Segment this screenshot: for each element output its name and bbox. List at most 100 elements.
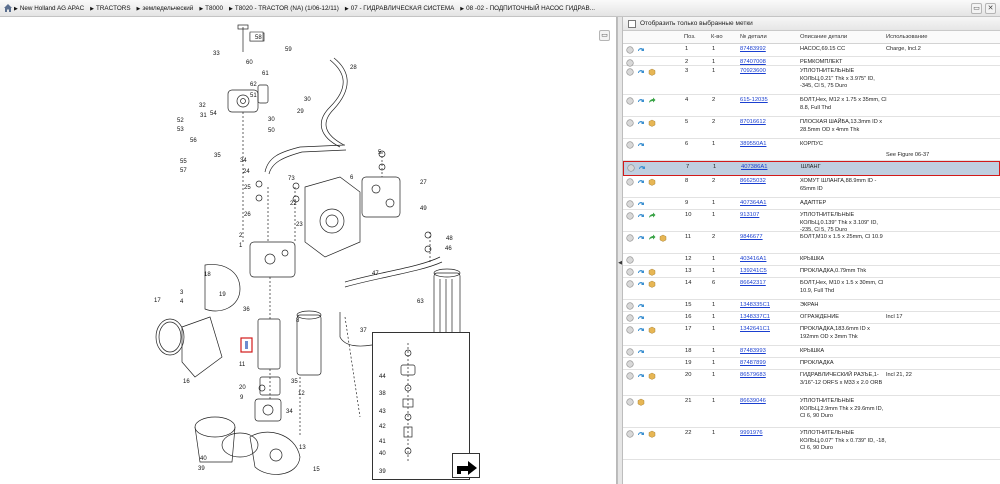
diagram-callout[interactable]: 12 bbox=[298, 391, 305, 397]
table-row[interactable]: 17 1 1342641C1 ПРОКЛАДКА,183.6mm ID x 192mm… bbox=[623, 324, 1000, 346]
link-arrow-icon[interactable] bbox=[637, 280, 645, 288]
header-usage[interactable]: Использование bbox=[886, 31, 927, 44]
diagram-restore-button[interactable]: ▭ bbox=[599, 30, 610, 41]
info-circle-icon[interactable] bbox=[626, 200, 634, 208]
diagram-callout[interactable]: 73 bbox=[288, 176, 295, 182]
info-circle-icon[interactable] bbox=[626, 360, 634, 368]
diagram-callout[interactable]: 19 bbox=[219, 292, 226, 298]
diagram-callout[interactable]: 3 bbox=[180, 290, 184, 296]
part-number-link[interactable]: 403416A1 bbox=[740, 256, 766, 262]
diagram-callout[interactable]: 50 bbox=[268, 128, 275, 134]
diagram-callout[interactable]: 63 bbox=[417, 299, 424, 305]
header-part-number[interactable]: № детали bbox=[740, 31, 767, 44]
info-circle-icon[interactable] bbox=[626, 97, 634, 105]
link-arrow-icon[interactable] bbox=[637, 46, 645, 54]
diagram-callout[interactable]: 49 bbox=[420, 206, 427, 212]
table-row[interactable]: 14 6 86642317 БОЛТ,Hex, M10 x 1.5 x 30mm, C… bbox=[623, 278, 1000, 300]
diagram-callout[interactable]: 29 bbox=[297, 109, 304, 115]
diagram-callout[interactable]: 39 bbox=[198, 466, 205, 472]
replacement-arrow-icon[interactable] bbox=[648, 97, 656, 105]
header-pos[interactable]: Поз. bbox=[684, 31, 696, 44]
table-row[interactable]: 7 1 407386A1 ШЛАНГ bbox=[623, 161, 1000, 176]
diagram-callout[interactable]: 13 bbox=[299, 445, 306, 451]
part-number-link[interactable]: 87483993 bbox=[740, 348, 766, 354]
part-number-link[interactable]: 9991976 bbox=[740, 430, 763, 436]
table-row[interactable]: 5 2 87016612 ПЛОСКАЯ ШАЙБА,13.3mm ID x 28.5… bbox=[623, 117, 1000, 139]
diagram-callout[interactable]: 35 bbox=[214, 153, 221, 159]
table-row[interactable]: 18 1 87483993 КРЫШКА bbox=[623, 346, 1000, 358]
diagram-callout[interactable]: 52 bbox=[177, 118, 184, 124]
package-box-icon[interactable] bbox=[648, 372, 656, 380]
diagram-callout[interactable]: 51 bbox=[250, 93, 257, 99]
info-circle-icon[interactable] bbox=[626, 398, 634, 406]
link-arrow-icon[interactable] bbox=[637, 372, 645, 380]
table-row[interactable]: 15 1 1348335C1 ЭКРАН bbox=[623, 300, 1000, 312]
diagram-callout[interactable]: 33 bbox=[213, 51, 220, 57]
diagram-callout[interactable]: 58 bbox=[255, 35, 262, 41]
diagram-callout[interactable]: 20 bbox=[239, 385, 246, 391]
package-box-icon[interactable] bbox=[648, 326, 656, 334]
link-arrow-icon[interactable] bbox=[637, 141, 645, 149]
table-row[interactable]: 3 1 70923600 УПЛОТНИТЕЛЬНЫЕ КОЛЬЦ,0.21" Thk… bbox=[623, 66, 1000, 95]
package-box-icon[interactable] bbox=[659, 234, 667, 242]
package-box-icon[interactable] bbox=[648, 430, 656, 438]
table-row[interactable]: 12 1 403416A1 КРЫШКА bbox=[623, 254, 1000, 266]
info-circle-icon[interactable] bbox=[626, 348, 634, 356]
link-arrow-icon[interactable] bbox=[637, 326, 645, 334]
part-number-link[interactable]: 9846677 bbox=[740, 234, 763, 240]
info-circle-icon[interactable] bbox=[626, 212, 634, 220]
inset-callout[interactable]: 40 bbox=[379, 451, 386, 457]
info-circle-icon[interactable] bbox=[626, 46, 634, 54]
diagram-callout[interactable]: 53 bbox=[177, 127, 184, 133]
show-selected-checkbox[interactable] bbox=[628, 20, 636, 28]
part-number-link[interactable]: 86625032 bbox=[740, 178, 766, 184]
info-circle-icon[interactable] bbox=[626, 256, 634, 264]
link-arrow-icon[interactable] bbox=[637, 430, 645, 438]
part-number-link[interactable]: 86579683 bbox=[740, 372, 766, 378]
breadcrumb-item[interactable]: ▶ 08 -02 - ПОДПИТОЧНЫЙ НАСОС ГИДРАВ... bbox=[460, 5, 595, 12]
package-box-icon[interactable] bbox=[648, 268, 656, 276]
diagram-callout[interactable]: 18 bbox=[204, 272, 211, 278]
part-number-link[interactable]: 86639046 bbox=[740, 398, 766, 404]
diagram-callout[interactable]: 4 bbox=[180, 299, 184, 305]
info-circle-icon[interactable] bbox=[626, 302, 634, 310]
diagram-callout[interactable]: 15 bbox=[313, 467, 320, 473]
replacement-arrow-icon[interactable] bbox=[648, 212, 656, 220]
table-row[interactable]: 10 1 913107 УПЛОТНИТЕЛЬНЫЕ КОЛЬЦ,0.139" Thk… bbox=[623, 210, 1000, 233]
table-row[interactable]: 11 2 9846677 БОЛТ,M10 x 1.5 x 25mm, Cl 10.9 bbox=[623, 232, 1000, 254]
home-icon[interactable] bbox=[3, 3, 13, 13]
part-number-link[interactable]: 87487899 bbox=[740, 360, 766, 366]
package-box-icon[interactable] bbox=[648, 280, 656, 288]
table-row[interactable]: 19 1 87487899 ПРОКЛАДКА bbox=[623, 358, 1000, 370]
diagram-callout[interactable]: 61 bbox=[262, 71, 269, 77]
part-number-link[interactable]: 615-12035 bbox=[740, 97, 768, 103]
diagram-callout[interactable]: 22 bbox=[290, 201, 297, 207]
diagram-callout[interactable]: 55 bbox=[180, 159, 187, 165]
diagram-callout[interactable]: 9 bbox=[240, 395, 244, 401]
link-arrow-icon[interactable] bbox=[637, 348, 645, 356]
table-row[interactable]: 1 1 87483992 НАСОС,69.15 CC Charge, Incl.2 bbox=[623, 44, 1000, 57]
exploded-parts-diagram[interactable]: ▭ 33 58 59 60 61 62 30 29 28 32 31 34 54… bbox=[0, 17, 617, 484]
table-row[interactable]: 13 1 139241C5 ПРОКЛАДКА,0.79mm Thk bbox=[623, 266, 1000, 278]
diagram-callout[interactable]: 17 bbox=[154, 298, 161, 304]
diagram-callout[interactable]: 46 bbox=[445, 246, 452, 252]
info-circle-icon[interactable] bbox=[626, 280, 634, 288]
part-number-link[interactable]: 1348335C1 bbox=[740, 302, 770, 308]
info-circle-icon[interactable] bbox=[626, 268, 634, 276]
diagram-callout[interactable]: 23 bbox=[296, 222, 303, 228]
link-arrow-icon[interactable] bbox=[638, 164, 646, 172]
diagram-callout[interactable]: 25 bbox=[244, 185, 251, 191]
info-circle-icon[interactable] bbox=[626, 141, 634, 149]
inset-callout[interactable]: 44 bbox=[379, 374, 386, 380]
link-arrow-icon[interactable] bbox=[637, 68, 645, 76]
diagram-callout[interactable]: 54 bbox=[210, 111, 217, 117]
link-arrow-icon[interactable] bbox=[637, 234, 645, 242]
table-row[interactable]: 4 2 615-12035 БОЛТ,Hex, M12 x 1.75 x 35mm, … bbox=[623, 95, 1000, 117]
breadcrumb-item[interactable]: ▶ TRACTORS bbox=[90, 5, 130, 12]
link-arrow-icon[interactable] bbox=[637, 97, 645, 105]
part-number-link[interactable]: 70923600 bbox=[740, 68, 766, 74]
diagram-callout[interactable]: 60 bbox=[246, 60, 253, 66]
inset-callout[interactable]: 42 bbox=[379, 424, 386, 430]
part-number-link[interactable]: 407386A1 bbox=[741, 164, 767, 170]
inset-callout[interactable]: 38 bbox=[379, 391, 386, 397]
